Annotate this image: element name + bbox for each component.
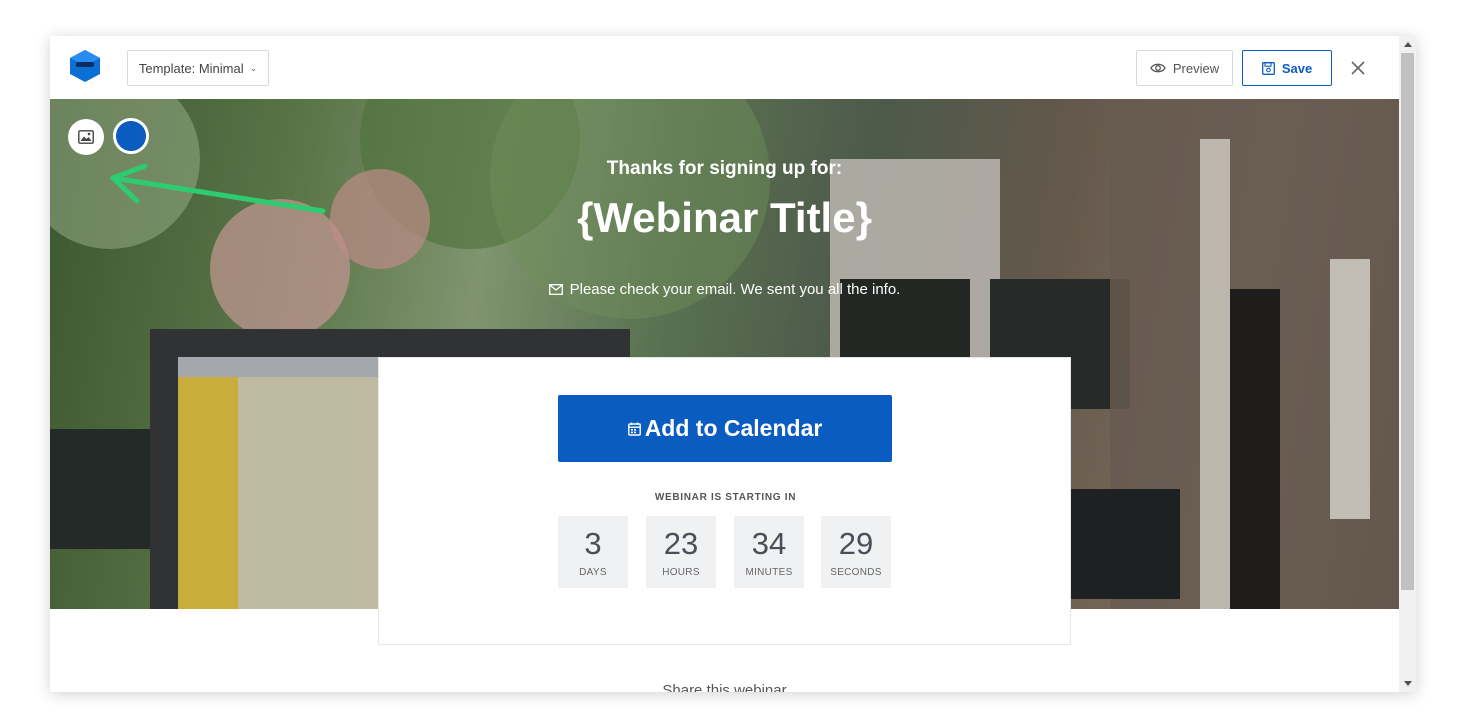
- email-note-text: Please check your email. We sent you all…: [569, 281, 901, 298]
- countdown-timer: 3 DAYS 23 HOURS 34 MINUTES 29 SECONDS: [558, 516, 892, 588]
- close-icon[interactable]: [1348, 58, 1368, 78]
- scroll-down-arrow[interactable]: [1404, 681, 1412, 686]
- countdown-value: 3: [584, 526, 602, 561]
- logo-icon: [70, 50, 100, 82]
- hero-subtitle: Thanks for signing up for:: [606, 158, 843, 179]
- background-image-button[interactable]: [68, 119, 104, 155]
- countdown-seconds: 29 SECONDS: [821, 516, 891, 588]
- countdown-value: 23: [663, 526, 699, 561]
- share-heading: Share this webinar: [662, 682, 787, 692]
- calendar-card: Add to Calendar WEBINAR IS STARTING IN 3…: [378, 357, 1071, 645]
- mail-icon: [548, 284, 563, 295]
- eye-icon: [1150, 63, 1166, 73]
- add-to-calendar-label: Add to Calendar: [644, 415, 823, 441]
- color-swatch[interactable]: [113, 118, 149, 154]
- preview-label: Preview: [1172, 60, 1220, 76]
- countdown-unit: SECONDS: [830, 567, 882, 578]
- save-icon: [1261, 61, 1275, 75]
- countdown-days: 3 DAYS: [558, 516, 628, 588]
- countdown-hours: 23 HOURS: [646, 516, 716, 588]
- countdown-minutes: 34 MINUTES: [734, 516, 804, 588]
- save-label: Save: [1281, 60, 1313, 76]
- template-dropdown[interactable]: Template: Minimal ⌄: [127, 50, 269, 86]
- editor-window: Template: Minimal ⌄ Preview Save Thanks …: [50, 36, 1416, 692]
- add-to-calendar-button[interactable]: Add to Calendar: [558, 395, 892, 462]
- image-icon: [78, 130, 94, 144]
- email-note: Please check your email. We sent you all…: [50, 281, 1399, 298]
- scroll-thumb[interactable]: [1401, 53, 1414, 590]
- countdown-label: WEBINAR IS STARTING IN: [654, 492, 797, 503]
- countdown-unit: HOURS: [662, 567, 700, 578]
- vertical-scrollbar[interactable]: [1399, 36, 1416, 692]
- webinar-title[interactable]: {Webinar Title}: [50, 194, 1399, 242]
- chevron-down-icon: ⌄: [249, 62, 258, 73]
- calendar-icon: [627, 422, 641, 436]
- countdown-unit: DAYS: [579, 567, 607, 578]
- preview-button[interactable]: Preview: [1136, 50, 1233, 86]
- countdown-unit: MINUTES: [745, 567, 793, 578]
- countdown-value: 34: [751, 526, 787, 561]
- scroll-up-arrow[interactable]: [1404, 42, 1412, 47]
- template-dropdown-label: Template: Minimal: [138, 60, 244, 76]
- save-button[interactable]: Save: [1242, 50, 1332, 86]
- countdown-value: 29: [838, 526, 874, 561]
- top-toolbar: Template: Minimal ⌄ Preview Save: [50, 36, 1399, 99]
